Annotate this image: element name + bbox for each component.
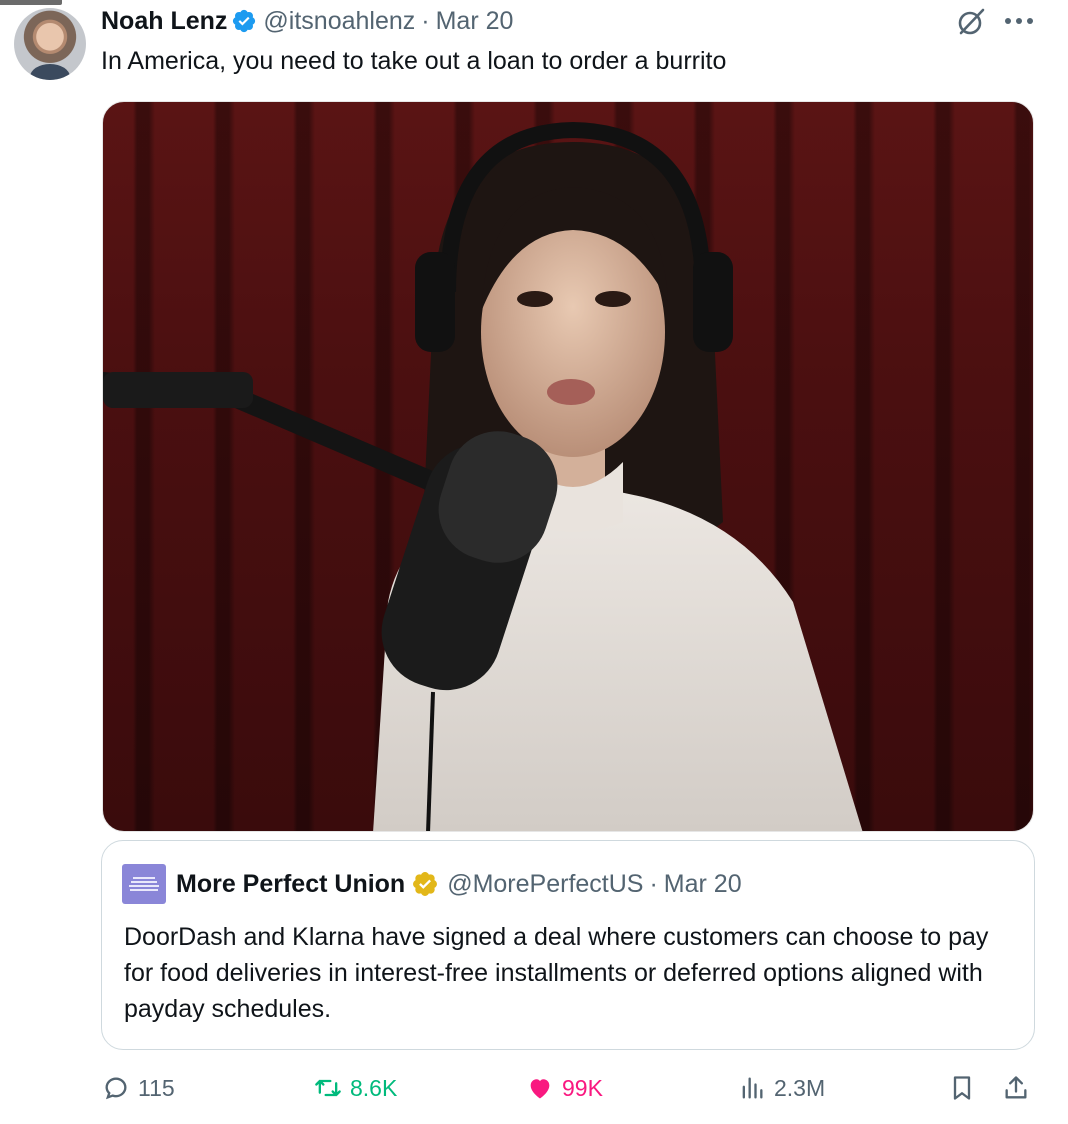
window-edge [0,0,62,5]
bookmark-button[interactable] [948,1066,976,1110]
quoted-author-name: More Perfect Union [176,869,406,898]
author-handle[interactable]: @itsnoahlenz [263,7,415,36]
reply-icon [105,1077,127,1100]
quoted-post-text: DoorDash and Klarna have signed a deal w… [124,923,989,1023]
views-count: 2.3M [774,1074,826,1101]
views-icon [742,1077,763,1099]
gold-verified-badge-icon [413,872,438,896]
post-header: Noah Lenz @itsnoahlenz · Mar 20 [101,6,513,36]
post-media-photo[interactable] [102,101,1034,832]
quoted-post-header: More Perfect Union @MorePerfectUS · Mar … [122,864,742,904]
photo-illustration [103,121,863,831]
author-avatar[interactable] [14,8,86,80]
reply-button[interactable]: 115 [102,1066,175,1110]
grok-icon[interactable] [955,6,987,38]
share-button[interactable] [1002,1066,1030,1110]
repost-count: 8.6K [350,1074,398,1101]
more-icon[interactable] [1002,4,1036,38]
quoted-post-card[interactable]: More Perfect Union @MorePerfectUS · Mar … [101,840,1035,1050]
share-icon [1005,1076,1027,1099]
repost-icon [315,1079,341,1097]
quoted-author-avatar[interactable] [122,864,166,904]
separator-dot: · [421,6,430,35]
heart-icon [530,1079,550,1099]
repost-button[interactable]: 8.6K [314,1066,397,1110]
reply-count: 115 [138,1074,175,1101]
bookmark-icon [953,1076,971,1100]
verified-badge-icon[interactable] [231,8,257,34]
post-actions-bar: 115 8.6K 99K 2.3M [102,1066,1036,1110]
author-name[interactable]: Noah Lenz [101,7,227,36]
quoted-post-date: Mar 20 [663,869,742,898]
post-text: In America, you need to take out a loan … [101,47,727,75]
views-button[interactable]: 2.3M [738,1066,825,1110]
like-button[interactable]: 99K [526,1066,603,1110]
post-date[interactable]: Mar 20 [436,7,514,36]
like-count: 99K [562,1074,603,1101]
quoted-separator-dot: · [649,869,658,898]
quoted-author-handle: @MorePerfectUS [447,869,644,898]
